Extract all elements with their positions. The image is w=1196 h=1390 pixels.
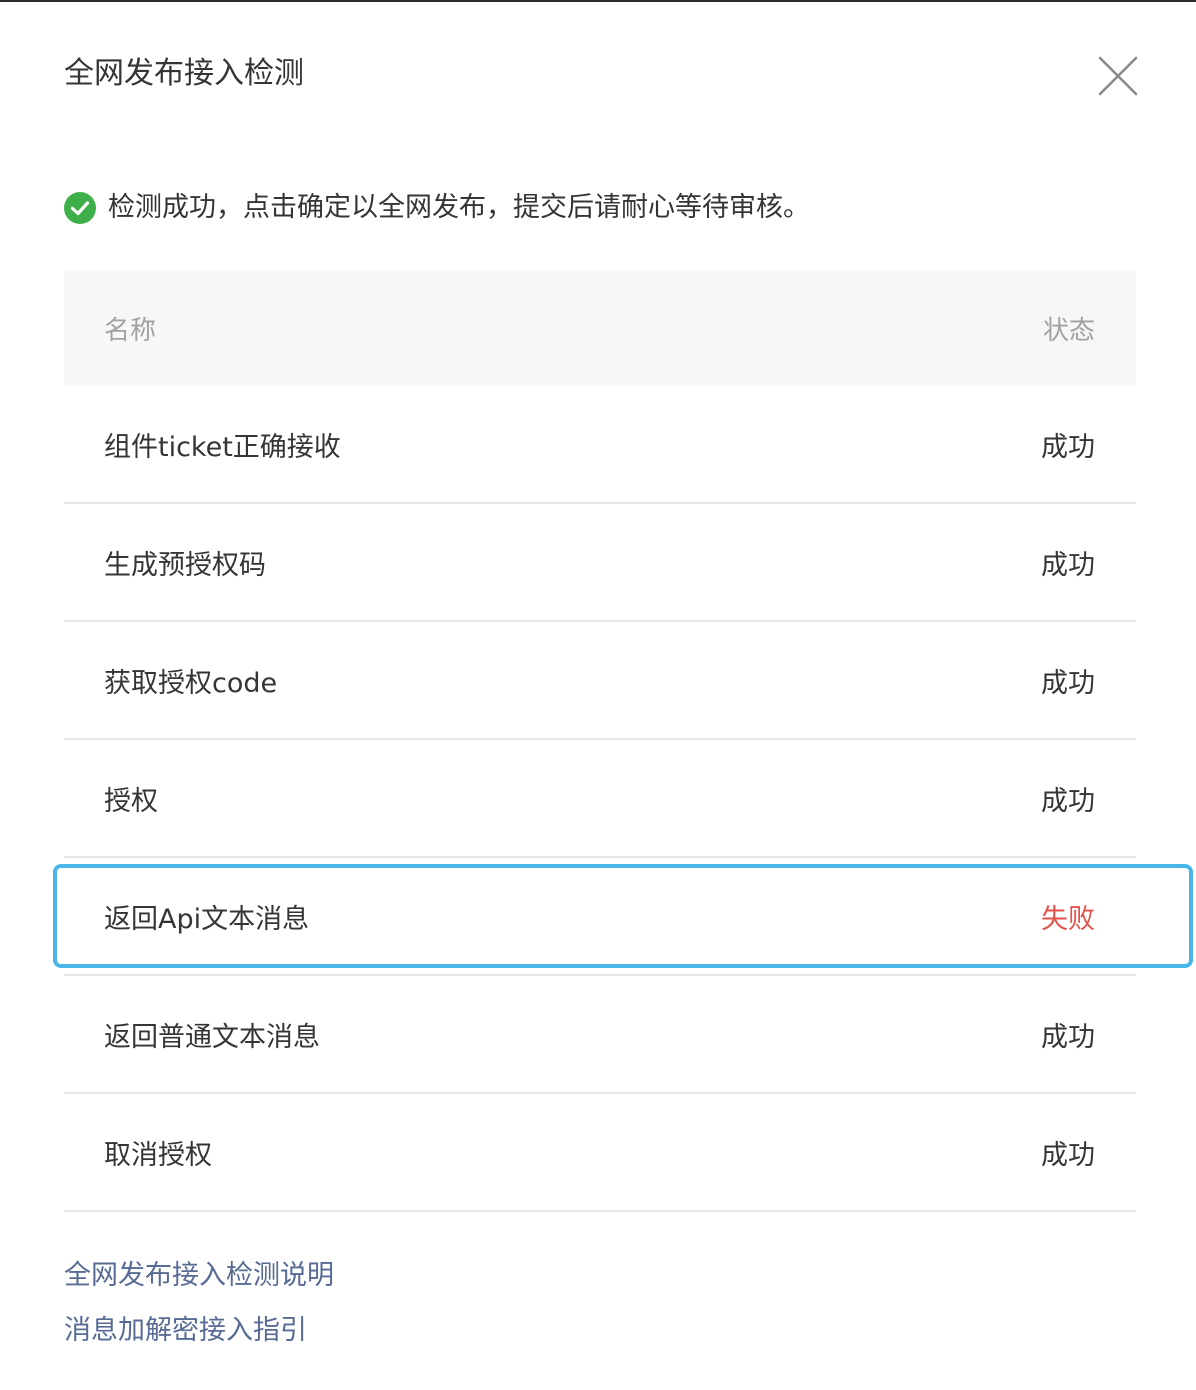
table-row: 返回普通文本消息 成功: [64, 976, 1136, 1094]
check-results-table: 名称 状态 组件ticket正确接收 成功 生成预授权码 成功 获取授权code…: [64, 270, 1136, 1212]
row-status: 成功: [1041, 1139, 1095, 1171]
notice-text: 检测成功，点击确定以全网发布，提交后请耐心等待审核。: [108, 192, 810, 223]
publish-check-guide-link[interactable]: 全网发布接入检测说明: [64, 1254, 334, 1298]
table-row: 获取授权code 成功: [64, 622, 1136, 740]
publish-check-dialog: 全网发布接入检测 检测成功，点击确定以全网发布，提交后请耐心等待审核。 名称 状…: [0, 2, 1196, 1390]
row-status-failed: 失败: [1041, 903, 1095, 935]
encryption-guide-link[interactable]: 消息加解密接入指引: [64, 1309, 334, 1353]
table-row: 组件ticket正确接收 成功: [64, 386, 1136, 504]
table-row-failed: 返回Api文本消息 失败: [64, 858, 1136, 976]
row-name: 获取授权code: [104, 667, 278, 699]
row-status: 成功: [1041, 1021, 1095, 1053]
success-notice: 检测成功，点击确定以全网发布，提交后请耐心等待审核。: [64, 188, 810, 228]
row-status: 成功: [1041, 431, 1095, 463]
row-name: 返回Api文本消息: [104, 903, 310, 935]
close-icon: [1098, 56, 1138, 96]
table-row: 授权 成功: [64, 740, 1136, 858]
header-status: 状态: [1042, 315, 1095, 346]
row-status: 成功: [1041, 667, 1095, 699]
row-status: 成功: [1041, 785, 1095, 817]
table-header: 名称 状态: [64, 270, 1136, 386]
table-row: 取消授权 成功: [64, 1094, 1136, 1212]
row-name: 授权: [104, 785, 158, 817]
check-circle-icon: [64, 192, 96, 224]
row-name: 组件ticket正确接收: [104, 431, 341, 463]
dialog-title: 全网发布接入检测: [64, 56, 304, 91]
row-status: 成功: [1041, 549, 1095, 581]
close-button[interactable]: [1097, 55, 1139, 97]
table-row: 生成预授权码 成功: [64, 504, 1136, 622]
header-name: 名称: [104, 315, 157, 346]
row-name: 生成预授权码: [104, 549, 266, 581]
help-links: 全网发布接入检测说明 消息加解密接入指引: [64, 1254, 334, 1364]
row-name: 取消授权: [104, 1139, 212, 1171]
row-name: 返回普通文本消息: [104, 1021, 320, 1053]
